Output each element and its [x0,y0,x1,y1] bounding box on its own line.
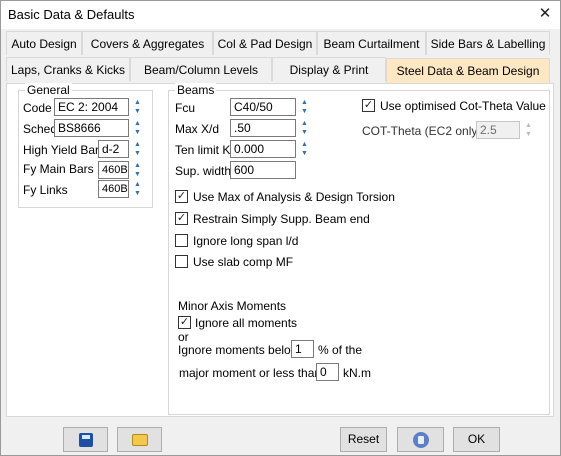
spin-up-icon[interactable]: ▲ [133,119,142,128]
tab-beam-curtailment[interactable]: Beam Curtailment [317,31,426,55]
option-long-span-checkbox[interactable] [175,234,188,247]
spin-down-icon[interactable]: ▼ [300,107,309,116]
tab-col-pad-design[interactable]: Col & Pad Design [213,31,317,55]
option-restrain-checkbox[interactable]: ✓ [175,212,188,225]
fcu-field[interactable]: C40/50 [230,98,296,116]
tab-display-print[interactable]: Display & Print [272,57,386,81]
major-moment-field[interactable]: 0 [316,363,339,381]
fy-links-field[interactable]: 460B [98,180,129,198]
open-folder-icon [131,434,148,446]
spin-down-icon[interactable]: ▼ [133,107,142,116]
save-button[interactable] [63,427,108,452]
tab-side-bars-labelling[interactable]: Side Bars & Labelling [426,31,550,55]
code-field[interactable]: EC 2: 2004 [54,98,129,116]
spin-down-icon[interactable]: ▼ [133,189,142,198]
sup-width-label: Sup. width [175,164,232,178]
option-restrain-label: Restrain Simply Supp. Beam end [193,212,370,226]
window-title: Basic Data & Defaults [8,7,135,22]
max-xd-label: Max X/d [175,122,220,136]
tab-beam-column-levels[interactable]: Beam/Column Levels [130,57,272,81]
general-group-title: General [25,83,72,97]
ignore-all-moments-checkbox[interactable]: ✓ [178,316,191,329]
fy-main-spinner[interactable]: ▲ ▼ [133,161,142,179]
reset-button[interactable]: Reset [340,427,387,452]
spin-up-icon[interactable]: ▲ [300,98,309,107]
spin-up-icon[interactable]: ▲ [133,98,142,107]
ignore-below-field[interactable]: 1 [291,340,314,358]
beams-group-title: Beams [175,83,217,97]
sched-label: Sched [23,122,58,136]
use-cot-theta-checkbox[interactable]: ✓ [362,99,375,112]
title-bar: Basic Data & Defaults ✕ [1,1,560,29]
ignore-below-label: Ignore moments below [178,343,300,357]
ten-limit-label: Ten limit K' [175,143,233,157]
option-long-span-label: Ignore long span l/d [193,234,299,248]
cot-theta-field[interactable]: 2.5 [476,121,520,139]
spin-up-icon[interactable]: ▲ [300,140,309,149]
save-disk-icon [78,433,93,447]
help-icon [412,432,429,448]
cot-theta-label: COT-Theta (EC2 only) [362,124,482,138]
tab-panel: General Code EC 2: 2004 ▲ ▼ Sched BS8666 … [6,83,554,417]
spin-down-icon[interactable]: ▼ [133,149,142,158]
option-slab-comp-label: Use slab comp MF [193,255,294,269]
ignore-below-suffix: % of the [318,343,363,357]
spin-down-icon[interactable]: ▼ [300,128,309,137]
sched-spinner[interactable]: ▲ ▼ [133,119,142,137]
fy-links-spinner[interactable]: ▲ ▼ [133,180,142,198]
ok-button[interactable]: OK [453,427,500,452]
use-cot-theta-label: Use optimised Cot-Theta Value [380,99,546,113]
major-moment-label: major moment or less than [179,366,322,380]
ignore-all-moments-label: Ignore all moments [195,316,298,330]
fcu-spinner[interactable]: ▲ ▼ [300,98,309,116]
ten-limit-field[interactable]: 0.000 [230,140,296,158]
dialog-window: Basic Data & Defaults ✕ Auto Design Cove… [0,0,561,456]
option-torsion-label: Use Max of Analysis & Design Torsion [193,190,395,204]
fy-main-label: Fy Main Bars [23,162,94,176]
tab-steel-data-beam-design[interactable]: Steel Data & Beam Design [386,58,550,84]
spin-down-icon[interactable]: ▼ [133,170,142,179]
code-label: Code [23,101,52,115]
open-button[interactable] [117,427,162,452]
ten-limit-spinner[interactable]: ▲ ▼ [300,140,309,158]
fy-main-field[interactable]: 460B [98,161,129,179]
spin-up-icon[interactable]: ▲ [524,121,533,130]
sup-width-field[interactable]: 600 [230,161,296,179]
max-xd-field[interactable]: .50 [230,119,296,137]
high-yield-spinner[interactable]: ▲ ▼ [133,140,142,158]
help-button[interactable] [397,427,444,452]
spin-up-icon[interactable]: ▲ [300,119,309,128]
spin-down-icon[interactable]: ▼ [524,130,533,139]
fcu-label: Fcu [175,101,196,115]
minor-axis-title: Minor Axis Moments [178,299,287,313]
sched-field[interactable]: BS8666 [54,119,129,137]
option-slab-comp-checkbox[interactable] [175,255,188,268]
spin-up-icon[interactable]: ▲ [133,140,142,149]
spin-down-icon[interactable]: ▼ [133,128,142,137]
option-torsion-checkbox[interactable]: ✓ [175,190,188,203]
spin-up-icon[interactable]: ▲ [133,161,142,170]
tab-laps-cranks-kicks[interactable]: Laps, Cranks & Kicks [6,57,130,81]
tab-auto-design[interactable]: Auto Design [6,31,82,55]
spin-up-icon[interactable]: ▲ [133,180,142,189]
major-moment-suffix: kN.m [343,366,371,380]
code-spinner[interactable]: ▲ ▼ [133,98,142,116]
high-yield-field[interactable]: d-2 [98,140,129,158]
tab-covers-aggregates[interactable]: Covers & Aggregates [82,31,213,55]
cot-theta-spinner[interactable]: ▲ ▼ [524,121,533,139]
spin-down-icon[interactable]: ▼ [300,149,309,158]
close-icon[interactable]: ✕ [530,1,560,27]
max-xd-spinner[interactable]: ▲ ▼ [300,119,309,137]
fy-links-label: Fy Links [23,183,68,197]
high-yield-label: High Yield Bars [23,143,106,157]
